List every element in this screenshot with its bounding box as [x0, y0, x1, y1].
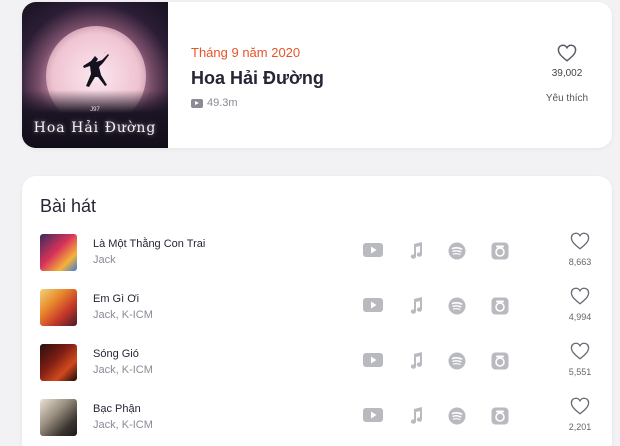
- heart-icon[interactable]: [570, 232, 590, 250]
- song-artist[interactable]: Jack, K-ICM: [93, 364, 153, 376]
- album-like-box[interactable]: 39,002 Yêu thích: [538, 44, 596, 104]
- other-platform-icon[interactable]: [491, 297, 509, 315]
- spotify-icon[interactable]: [448, 407, 466, 425]
- release-date: Tháng 9 năm 2020: [191, 45, 301, 60]
- youtube-icon[interactable]: [363, 297, 383, 313]
- song-row[interactable]: Sóng Gió Jack, K-ICM 5,551: [22, 342, 612, 384]
- song-like[interactable]: 5,551: [564, 342, 596, 377]
- song-like-count: 4,994: [568, 312, 592, 322]
- song-like-count: 2,201: [568, 422, 592, 432]
- album-card: J97 Hoa Hải Đường Tháng 9 năm 2020 Hoa H…: [22, 2, 612, 148]
- song-like-count: 5,551: [568, 367, 592, 377]
- youtube-icon[interactable]: [363, 407, 383, 423]
- song-like[interactable]: 2,201: [564, 397, 596, 432]
- song-like[interactable]: 4,994: [564, 287, 596, 322]
- heart-icon[interactable]: [570, 342, 590, 360]
- other-platform-icon[interactable]: [491, 352, 509, 370]
- view-count-value: 49.3m: [207, 97, 238, 109]
- song-row[interactable]: Em Gì Ơi Jack, K-ICM 4,994: [22, 287, 612, 329]
- song-name[interactable]: Sóng Gió: [93, 348, 139, 360]
- heart-icon[interactable]: [570, 397, 590, 415]
- apple-music-icon[interactable]: [408, 407, 424, 425]
- apple-music-icon[interactable]: [408, 352, 424, 370]
- song-row[interactable]: Là Một Thằng Con Trai Jack 8,663: [22, 232, 612, 274]
- album-info: Tháng 9 năm 2020 Hoa Hải Đường 49.3m: [191, 45, 324, 109]
- youtube-icon[interactable]: [363, 352, 383, 368]
- youtube-icon: [191, 98, 203, 108]
- song-name[interactable]: Là Một Thằng Con Trai: [93, 238, 205, 250]
- songs-section-title: Bài hát: [40, 196, 97, 216]
- cover-ground: [22, 90, 168, 148]
- other-platform-icon[interactable]: [491, 242, 509, 260]
- heart-icon[interactable]: [570, 287, 590, 305]
- song-artist[interactable]: Jack, K-ICM: [93, 309, 153, 321]
- apple-music-icon[interactable]: [408, 297, 424, 315]
- song-thumbnail[interactable]: [40, 344, 77, 381]
- song-like[interactable]: 8,663: [564, 232, 596, 267]
- spotify-icon[interactable]: [448, 242, 466, 260]
- song-name[interactable]: Bạc Phận: [93, 403, 141, 415]
- songs-card: Bài hát Là Một Thằng Con Trai Jack 8,663…: [22, 176, 612, 446]
- song-artist[interactable]: Jack, K-ICM: [93, 419, 153, 431]
- cover-title: Hoa Hải Đường: [33, 120, 157, 136]
- song-thumbnail[interactable]: [40, 289, 77, 326]
- heart-icon[interactable]: [557, 44, 577, 62]
- album-cover[interactable]: J97 Hoa Hải Đường: [22, 2, 168, 148]
- song-like-count: 8,663: [568, 257, 592, 267]
- song-thumbnail[interactable]: [40, 234, 77, 271]
- album-title: Hoa Hải Đường: [191, 68, 324, 88]
- song-thumbnail[interactable]: [40, 399, 77, 436]
- apple-music-icon[interactable]: [408, 242, 424, 260]
- album-like-count: 39,002: [551, 68, 583, 79]
- other-platform-icon[interactable]: [491, 407, 509, 425]
- song-name[interactable]: Em Gì Ơi: [93, 293, 139, 305]
- cover-tag: J97: [90, 107, 100, 113]
- spotify-icon[interactable]: [448, 352, 466, 370]
- song-row[interactable]: Bạc Phận Jack, K-ICM 2,201: [22, 397, 612, 439]
- song-artist[interactable]: Jack: [93, 254, 116, 266]
- spotify-icon[interactable]: [448, 297, 466, 315]
- view-count: 49.3m: [191, 97, 324, 109]
- youtube-icon[interactable]: [363, 242, 383, 258]
- album-like-label: Yêu thích: [545, 93, 589, 104]
